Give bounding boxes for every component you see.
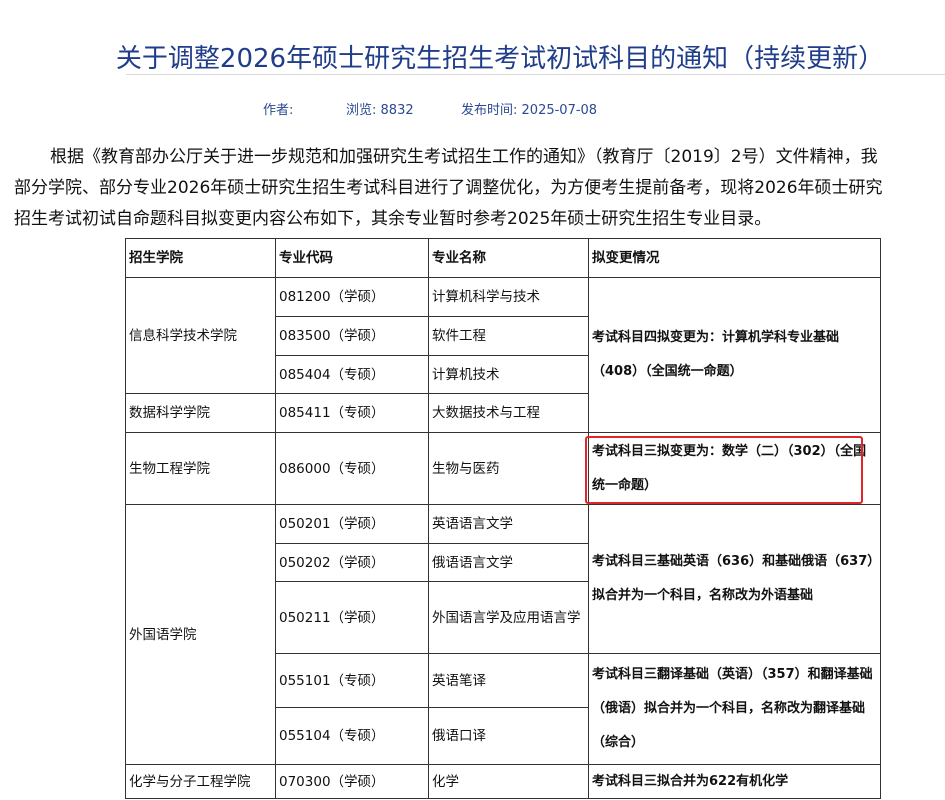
- change-cell: 考试科目三基础英语（636）和基础俄语（637）拟合并为一个科目，名称改为外语基…: [588, 504, 881, 654]
- publish-date: 发布时间: 2025-07-08: [461, 99, 597, 118]
- code-cell: 085404（专硕）: [275, 355, 429, 394]
- code-cell: 050201（学硕）: [275, 504, 429, 544]
- header-code: 专业代码: [275, 238, 429, 278]
- body-paragraph-line: 部分学院、部分专业2026年硕士研究生招生考试科目进行了调整优化，为方便考生提前…: [14, 178, 883, 198]
- code-cell: 050211（学硕）: [275, 581, 429, 654]
- code-cell: 081200（学硕）: [275, 277, 429, 317]
- highlight-box: [585, 436, 863, 504]
- changes-table: 招生学院 专业代码 专业名称 拟变更情况 信息科学技术学院 081200（学硕）…: [125, 238, 881, 799]
- change-cell: 考试科目三翻译基础（英语）（357）和翻译基础（俄语）拟合并为一个科目，名称改为…: [588, 653, 881, 765]
- college-cell: 信息科学技术学院: [125, 277, 276, 394]
- code-cell: 055104（专硕）: [275, 707, 429, 765]
- views-label: 浏览:: [346, 103, 377, 118]
- author-label: 作者:: [263, 103, 294, 118]
- major-cell: 大数据技术与工程: [428, 393, 589, 433]
- views-count: 浏览: 8832: [346, 99, 414, 118]
- college-cell: 生物工程学院: [125, 432, 276, 505]
- code-cell: 050202（学硕）: [275, 543, 429, 582]
- table-header-row: 招生学院 专业代码 专业名称 拟变更情况: [125, 238, 881, 278]
- date-value: 2025-07-08: [521, 103, 598, 118]
- article-title: 关于调整2026年硕士研究生招生考试初试科目的通知（持续更新）: [115, 44, 885, 74]
- date-label: 发布时间:: [461, 103, 518, 118]
- body-paragraph-line: 招生考试初试自命题科目拟变更内容公布如下，其余专业暂时参考2025年硕士研究生招…: [14, 209, 772, 229]
- article-meta: 作者: 浏览: 8832 发布时间: 2025-07-08: [0, 99, 945, 118]
- body-paragraph-line: 根据《教育部办公厅关于进一步规范和加强研究生考试招生工作的通知》（教育厅〔201…: [50, 147, 878, 167]
- code-cell: 085411（专硕）: [275, 393, 429, 433]
- code-cell: 083500（学硕）: [275, 316, 429, 356]
- change-cell: 考试科目三拟合并为622有机化学: [588, 764, 881, 799]
- major-cell: 软件工程: [428, 316, 589, 356]
- header-name: 专业名称: [428, 238, 589, 278]
- table-row: 信息科学技术学院 081200（学硕） 计算机科学与技术 考试科目四拟变更为：计…: [125, 277, 881, 433]
- code-cell: 086000（专硕）: [275, 432, 429, 505]
- major-cell: 计算机科学与技术: [428, 277, 589, 317]
- views-value: 8832: [380, 103, 414, 118]
- major-cell: 化学: [428, 764, 589, 799]
- change-cell: 考试科目四拟变更为：计算机学科专业基础（408）（全国统一命题）: [588, 277, 881, 433]
- code-cell: 070300（学硕）: [275, 764, 429, 799]
- major-cell: 俄语语言文学: [428, 543, 589, 582]
- header-college: 招生学院: [125, 238, 276, 278]
- college-cell: 化学与分子工程学院: [125, 764, 276, 799]
- table-row: 外国语学院 050201（学硕） 英语语言文学 考试科目三基础英语（636）和基…: [125, 504, 881, 765]
- table-row: 化学与分子工程学院 070300（学硕） 化学 考试科目三拟合并为622有机化学: [125, 764, 881, 799]
- title-divider: [126, 74, 945, 75]
- header-change: 拟变更情况: [588, 238, 881, 278]
- college-cell: 外国语学院: [125, 504, 276, 765]
- major-cell: 生物与医药: [428, 432, 589, 505]
- college-cell: 数据科学学院: [125, 393, 276, 433]
- code-cell: 055101（专硕）: [275, 653, 429, 708]
- major-cell: 英语语言文学: [428, 504, 589, 544]
- major-cell: 英语笔译: [428, 653, 589, 708]
- major-cell: 俄语口译: [428, 707, 589, 765]
- major-cell: 外国语言学及应用语言学: [428, 581, 589, 654]
- major-cell: 计算机技术: [428, 355, 589, 394]
